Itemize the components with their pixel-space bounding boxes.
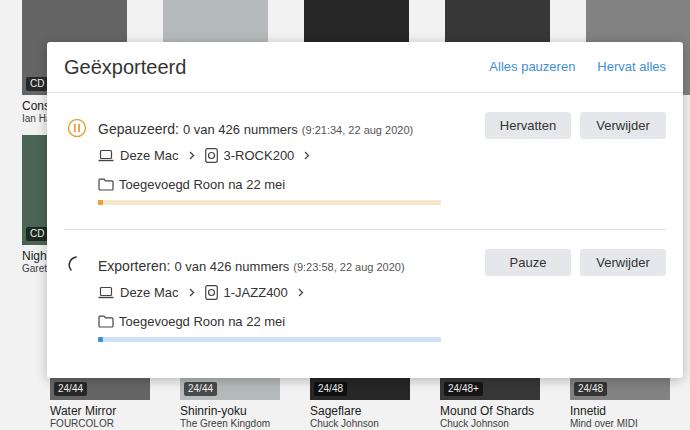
- export-buttons: Hervatten Verwijder: [485, 112, 666, 139]
- chevron-icon: [298, 288, 304, 297]
- dialog-title: Geëxporteerd: [64, 52, 186, 82]
- disk-icon: [205, 285, 218, 300]
- export-buttons: Pauze Verwijder: [485, 249, 666, 276]
- progress-track: [98, 337, 441, 342]
- export-count: 0 van 426 nummers: [183, 120, 298, 140]
- export-status: Exporteren:: [98, 256, 170, 277]
- export-path: Deze Mac 3-ROCK200: [98, 146, 485, 166]
- pause-button[interactable]: Pauze: [485, 249, 571, 276]
- dialog-header: Geëxporteerd Alles pauzeren Hervat alles: [47, 42, 683, 93]
- folder-name: Toegevoegd Roon na 22 mei: [119, 175, 285, 195]
- progress-track: [98, 200, 441, 205]
- export-status: Gepauzeerd:: [98, 119, 179, 140]
- device-name: 3-ROCK200: [224, 146, 295, 166]
- export-details: Exporteren:0 van 426 nummers(9:23:58, 22…: [98, 256, 485, 342]
- header-actions: Alles pauzeren Hervat alles: [489, 57, 666, 77]
- source-name: Deze Mac: [120, 283, 179, 303]
- export-dialog: GeëxporteerdAlles pauzerenHervat allesGe…: [47, 42, 683, 378]
- export-path: Deze Mac 1-JAZZ400: [98, 283, 485, 303]
- chevron-icon: [189, 151, 195, 160]
- folder-icon: [98, 315, 114, 328]
- export-time: (9:23:58, 22 aug 2020): [293, 259, 404, 276]
- laptop-icon: [98, 149, 114, 162]
- export-details: Gepauzeerd:0 van 426 nummers(9:21:34, 22…: [98, 119, 485, 205]
- export-folder: Toegevoegd Roon na 22 mei: [98, 175, 485, 195]
- remove-button[interactable]: Verwijder: [580, 249, 666, 276]
- export-item: Exporteren:0 van 426 nummers(9:23:58, 22…: [64, 229, 666, 366]
- spinner-icon: [67, 255, 87, 275]
- export-status-line: Gepauzeerd:0 van 426 nummers(9:21:34, 22…: [98, 119, 485, 140]
- laptop-icon: [98, 286, 114, 299]
- remove-button[interactable]: Verwijder: [580, 112, 666, 139]
- export-item: Gepauzeerd:0 van 426 nummers(9:21:34, 22…: [64, 93, 666, 229]
- export-status-line: Exporteren:0 van 426 nummers(9:23:58, 22…: [98, 256, 485, 277]
- disk-icon: [205, 148, 218, 163]
- folder-name: Toegevoegd Roon na 22 mei: [119, 312, 285, 332]
- resume-button[interactable]: Hervatten: [485, 112, 571, 139]
- resume-all-link[interactable]: Hervat alles: [597, 57, 666, 77]
- chevron-icon: [189, 288, 195, 297]
- export-count: 0 van 426 nummers: [174, 257, 289, 277]
- chevron-icon: [304, 151, 310, 160]
- source-name: Deze Mac: [120, 146, 179, 166]
- folder-icon: [98, 178, 114, 191]
- device-name: 1-JAZZ400: [224, 283, 288, 303]
- export-folder: Toegevoegd Roon na 22 mei: [98, 312, 485, 332]
- pause-all-link[interactable]: Alles pauzeren: [489, 57, 575, 77]
- pause-icon: [67, 118, 87, 138]
- export-time: (9:21:34, 22 aug 2020): [302, 122, 413, 139]
- progress-fill: [98, 337, 103, 342]
- progress-fill: [98, 200, 103, 205]
